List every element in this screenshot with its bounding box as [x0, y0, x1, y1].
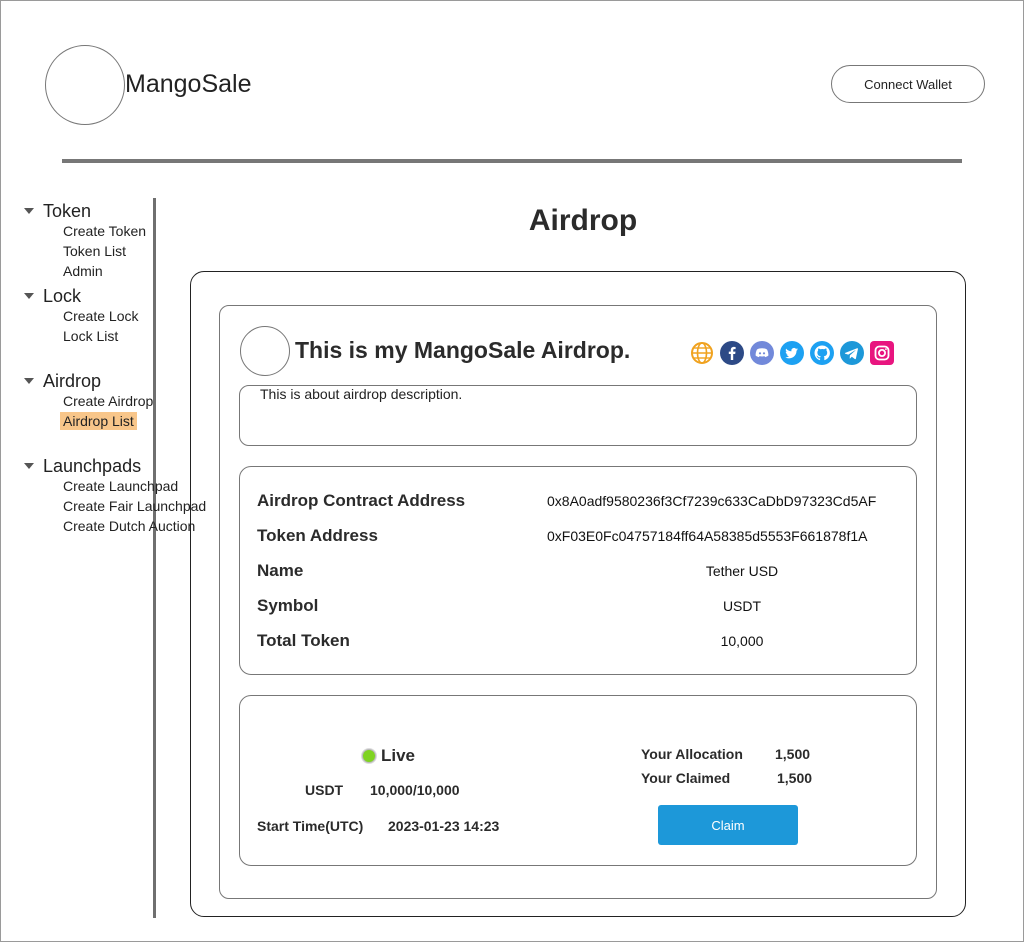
nav-group-launchpads-header[interactable]: Launchpads — [24, 455, 141, 477]
start-time-label: Start Time(UTC) — [257, 818, 364, 834]
contract-address-label: Airdrop Contract Address — [257, 491, 466, 510]
nav-group-label: Airdrop — [43, 370, 102, 391]
page-title: Airdrop — [528, 204, 638, 237]
nav-group-label: Lock — [43, 285, 82, 306]
total-token-value: 10,000 — [720, 633, 764, 649]
nav-group-lock: Lock — [24, 285, 81, 307]
brand-name[interactable]: MangoSale — [125, 70, 251, 99]
live-status-dot — [362, 749, 376, 763]
airdrop-description: This is about airdrop description. — [260, 386, 463, 402]
info-row-token: Token Address 0xF03E0Fc04757184ff64A5838… — [257, 526, 907, 548]
connect-wallet-button[interactable]: Connect Wallet — [831, 65, 985, 103]
nav-group-lock-header[interactable]: Lock — [24, 285, 81, 307]
airdrop-description-box: This is about airdrop description. — [239, 385, 917, 446]
chevron-down-icon — [24, 378, 34, 384]
instagram-icon[interactable] — [870, 341, 894, 365]
chevron-down-icon — [24, 293, 34, 299]
claimed-label: Your Claimed — [641, 770, 731, 786]
sidebar-item-token-list[interactable]: Token List — [63, 242, 126, 260]
claim-button[interactable]: Claim — [658, 805, 798, 845]
sidebar-item-create-airdrop[interactable]: Create Airdrop — [63, 392, 153, 410]
nav-group-launchpads: Launchpads — [24, 455, 141, 477]
token-name-label: Name — [257, 561, 304, 580]
twitter-icon[interactable] — [780, 341, 804, 365]
facebook-icon[interactable] — [720, 341, 744, 365]
sidebar-item-create-launchpad[interactable]: Create Launchpad — [63, 477, 178, 495]
sidebar-item-airdrop-list[interactable]: Airdrop List — [60, 412, 137, 430]
contract-address-value[interactable]: 0x8A0adf9580236f3Cf7239c633CaDbD97323Cd5… — [547, 493, 876, 509]
airdrop-status-panel: Live USDT 10,000/10,000 Start Time(UTC) … — [239, 695, 917, 866]
start-time-value: 2023-01-23 14:23 — [388, 818, 500, 834]
discord-icon[interactable] — [750, 341, 774, 365]
sidebar-item-lock-list[interactable]: Lock List — [63, 327, 118, 345]
nav-group-airdrop: Airdrop — [24, 370, 101, 392]
airdrop-title: This is my MangoSale Airdrop. — [295, 337, 631, 363]
token-symbol-label: Symbol — [257, 596, 319, 615]
sidebar-item-create-fair-launchpad[interactable]: Create Fair Launchpad — [63, 497, 206, 515]
telegram-icon[interactable] — [840, 341, 864, 365]
total-token-label: Total Token — [257, 631, 350, 650]
sidebar-item-create-lock[interactable]: Create Lock — [63, 307, 138, 325]
chevron-down-icon — [24, 463, 34, 469]
info-row-name: Name Tether USD — [257, 561, 907, 583]
token-logo — [240, 326, 290, 376]
progress-value: 10,000/10,000 — [370, 782, 460, 798]
nav-group-label: Launchpads — [43, 455, 142, 476]
github-icon[interactable] — [810, 341, 834, 365]
globe-icon[interactable] — [690, 341, 714, 365]
logo[interactable] — [45, 45, 125, 125]
info-row-contract: Airdrop Contract Address 0x8A0adf9580236… — [257, 491, 907, 513]
info-row-symbol: Symbol USDT — [257, 596, 907, 618]
social-links — [690, 341, 894, 365]
sidebar-item-create-dutch-auction[interactable]: Create Dutch Auction — [63, 517, 195, 535]
token-address-label: Token Address — [257, 526, 378, 545]
progress-symbol: USDT — [305, 782, 344, 798]
token-address-value[interactable]: 0xF03E0Fc04757184ff64A58385d5553F661878f… — [547, 528, 867, 544]
sidebar-item-admin[interactable]: Admin — [63, 262, 103, 280]
token-name-value: Tether USD — [705, 563, 779, 579]
header-divider — [62, 159, 962, 163]
airdrop-info-panel: Airdrop Contract Address 0x8A0adf9580236… — [239, 466, 917, 675]
nav-group-airdrop-header[interactable]: Airdrop — [24, 370, 101, 392]
allocation-value: 1,500 — [775, 746, 811, 762]
allocation-label: Your Allocation — [641, 746, 743, 762]
token-symbol-value: USDT — [722, 598, 762, 614]
claimed-value: 1,500 — [777, 770, 813, 786]
info-row-total: Total Token 10,000 — [257, 631, 907, 653]
sidebar-divider — [153, 198, 156, 918]
live-status-label: Live — [381, 746, 416, 765]
